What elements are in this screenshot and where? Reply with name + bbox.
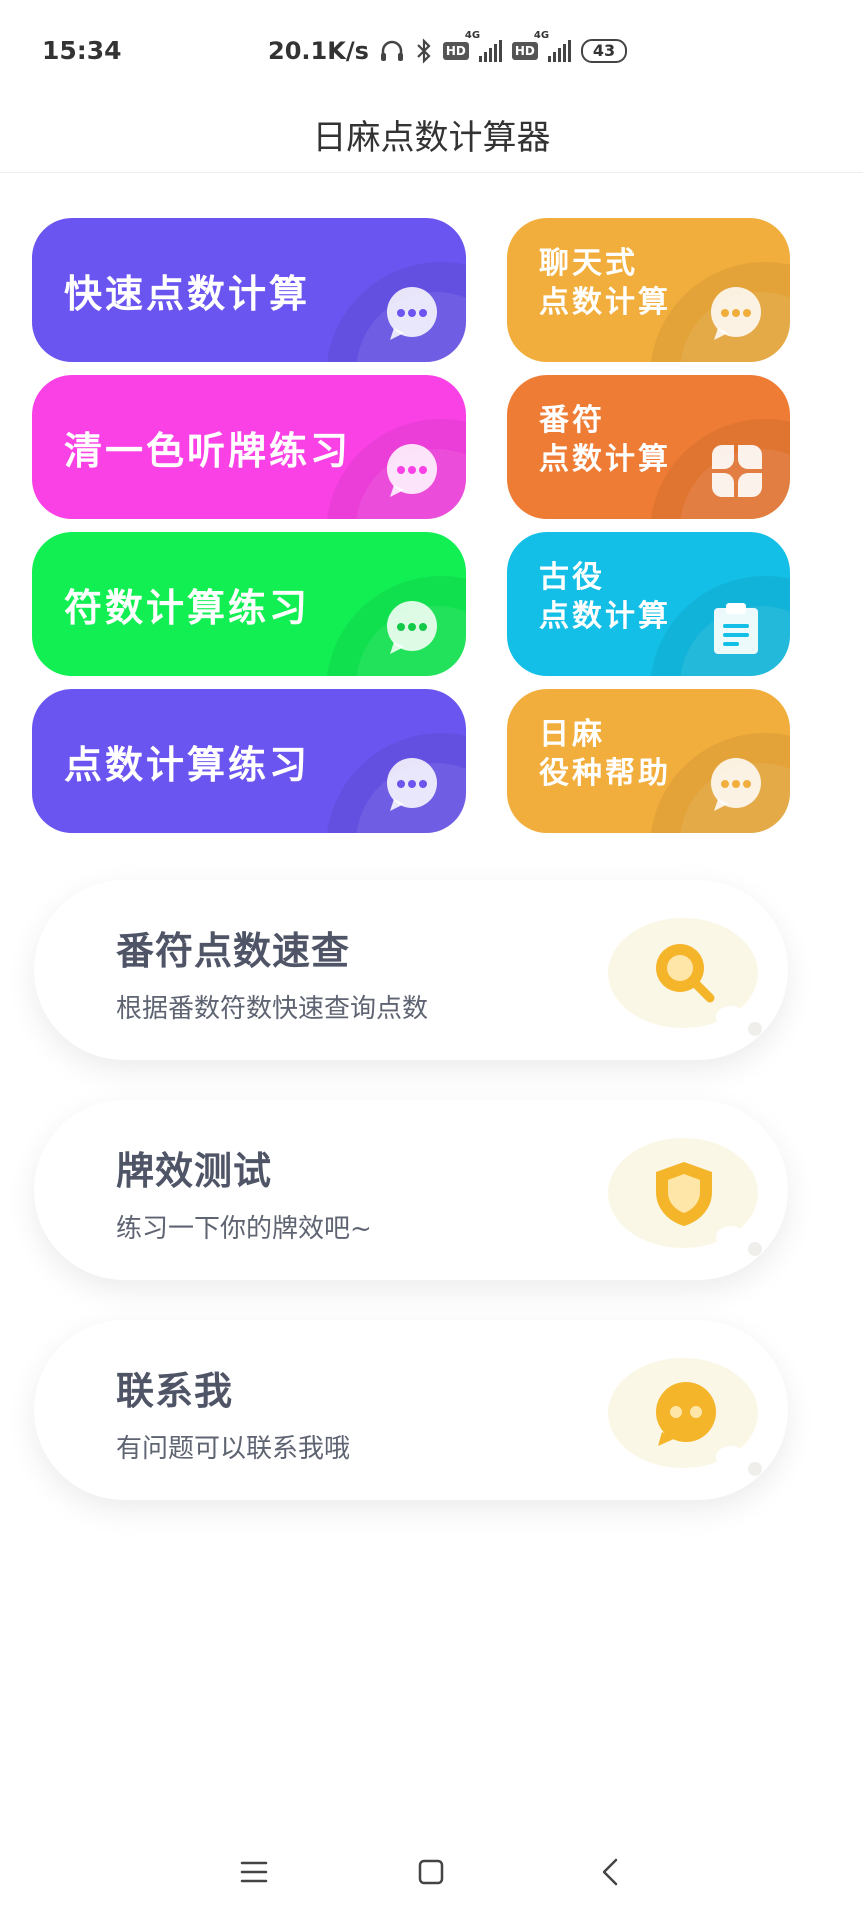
- tile-koyaku-calc[interactable]: 古役 点数计算: [507, 532, 790, 676]
- tile-yaku-help[interactable]: 日麻 役种帮助: [507, 689, 790, 833]
- tile-chinitsu-practice[interactable]: 清一色听牌练习: [32, 375, 466, 519]
- chat-bubble-icon: [711, 287, 761, 340]
- signal-icon: 4G: [465, 30, 502, 62]
- card-title: 牌效测试: [116, 1149, 273, 1193]
- chat-bubble-icon: [387, 758, 437, 811]
- status-indicators: 20.1K/s HD 4G HD 4G 43: [268, 30, 628, 68]
- tile-label: 点数计算练习: [64, 742, 311, 787]
- clipboard-icon: [714, 603, 758, 654]
- tile-quick-calc[interactable]: 快速点数计算: [32, 218, 466, 362]
- headphones-icon: [380, 40, 403, 61]
- chat-bubble-icon: [387, 444, 437, 497]
- card-efficiency-test[interactable]: 牌效测试 练习一下你的牌效吧~: [34, 1100, 788, 1280]
- battery-indicator: 43: [580, 39, 628, 63]
- card-icon-bg: [608, 1138, 762, 1256]
- status-time: 15:34: [42, 36, 122, 65]
- tile-label: 古役 点数计算: [539, 560, 671, 634]
- network-speed: 20.1K/s: [268, 37, 369, 65]
- tile-fu-practice[interactable]: 符数计算练习: [32, 532, 466, 676]
- card-hanfu-lookup[interactable]: 番符点数速查 根据番数符数快速查询点数: [34, 880, 788, 1060]
- status-bar: 15:34 20.1K/s HD 4G HD 4G 43: [0, 0, 863, 100]
- tile-label: 快速点数计算: [64, 271, 311, 316]
- message-icon: [656, 1382, 716, 1446]
- tile-points-practice[interactable]: 点数计算练习: [32, 689, 466, 833]
- tile-label: 番符 点数计算: [539, 403, 671, 477]
- card-subtitle: 练习一下你的牌效吧~: [116, 1214, 372, 1244]
- card-subtitle: 根据番数符数快速查询点数: [116, 994, 429, 1024]
- system-nav-bar: [0, 1830, 863, 1919]
- card-subtitle: 有问题可以联系我哦: [116, 1434, 351, 1464]
- tile-chat-calc[interactable]: 聊天式 点数计算: [507, 218, 790, 362]
- bluetooth-icon: [417, 38, 431, 64]
- card-contact-me[interactable]: 联系我 有问题可以联系我哦: [34, 1320, 788, 1500]
- hd-badge-2: HD: [511, 42, 538, 60]
- search-icon: [656, 944, 715, 1003]
- tile-hanfu-calc[interactable]: 番符 点数计算: [507, 375, 790, 519]
- menu-icon[interactable]: [232, 1850, 276, 1894]
- app-header: 日麻点数计算器: [0, 100, 863, 173]
- network-type: 4G: [464, 30, 481, 41]
- hd-badge: HD: [442, 42, 469, 60]
- tile-label: 符数计算练习: [64, 585, 311, 630]
- page-title: 日麻点数计算器: [312, 118, 551, 158]
- chat-bubble-icon: [387, 287, 437, 340]
- tile-label: 聊天式 点数计算: [539, 246, 671, 320]
- chat-bubble-icon: [387, 601, 437, 654]
- tile-label: 日麻 役种帮助: [539, 717, 671, 791]
- card-icon-bg: [608, 918, 762, 1036]
- four-petal-grid-icon: [712, 445, 762, 497]
- signal-icon-2: 4G: [534, 30, 571, 62]
- network-type-2: 4G: [533, 30, 550, 41]
- back-chevron-icon[interactable]: [590, 1850, 634, 1894]
- chat-bubble-icon: [711, 758, 761, 811]
- card-title: 番符点数速查: [116, 929, 351, 973]
- card-icon-bg: [608, 1358, 762, 1476]
- home-square-icon[interactable]: [409, 1850, 453, 1894]
- tile-label: 清一色听牌练习: [64, 428, 352, 473]
- shield-icon: [656, 1162, 712, 1226]
- card-title: 联系我: [116, 1369, 234, 1413]
